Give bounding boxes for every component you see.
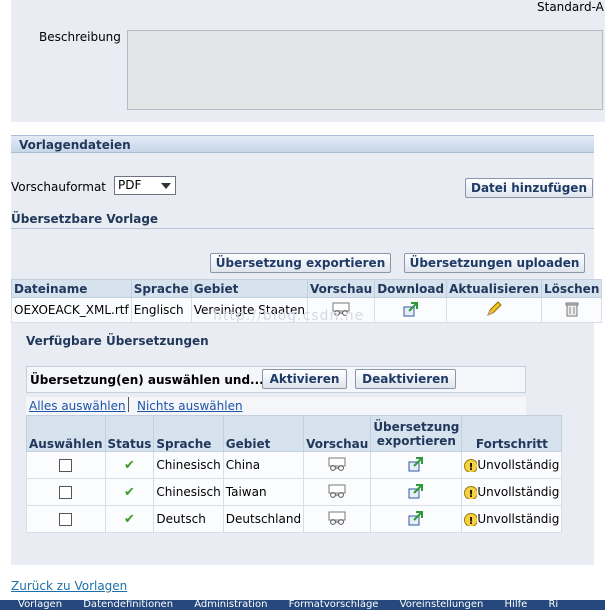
svg-text:!: ! (469, 489, 474, 499)
checkmark-icon: ✔ (124, 511, 135, 527)
progress-text: Unvollständig (477, 458, 560, 472)
preview-icon[interactable] (328, 457, 346, 471)
language: Chinesisch (153, 451, 224, 479)
col-header: Status (104, 415, 155, 452)
col-header: Fortschritt (461, 415, 563, 452)
add-file-button[interactable]: Datei hinzufügen (465, 178, 593, 198)
trash-icon[interactable] (565, 301, 579, 317)
col-header: Sprache (130, 279, 192, 298)
footer-link[interactable]: Administration (194, 600, 267, 610)
row-checkbox[interactable] (59, 486, 73, 499)
preview-format-label: Vorschauformat (11, 180, 107, 194)
pencil-icon[interactable] (486, 300, 502, 317)
footer-nav: Vorlagen Datendefinitionen Administratio… (0, 600, 605, 610)
export-translation-button[interactable]: Übersetzung exportieren (210, 253, 391, 273)
delete-cell (540, 297, 603, 323)
link-separator (128, 397, 129, 412)
warning-icon: ! (464, 459, 478, 472)
download-cell (374, 297, 448, 323)
checkmark-icon: ✔ (124, 457, 135, 473)
language: Englisch (130, 297, 192, 323)
col-header: Auswählen (26, 415, 106, 452)
back-to-templates-link[interactable]: Zurück zu Vorlagen (11, 579, 127, 593)
deactivate-button[interactable]: Deaktivieren (355, 369, 456, 389)
table-row: ✔ Deutsch Deutschland ! Unvollständig (26, 505, 563, 533)
col-header: Download (374, 279, 448, 298)
activate-button[interactable]: Aktivieren (262, 369, 347, 389)
divider (11, 228, 594, 229)
chevron-down-icon (161, 183, 171, 189)
footer-link[interactable]: Vorlagen (18, 600, 62, 610)
footer-link[interactable]: Datendefinitionen (83, 600, 173, 610)
language: Deutsch (153, 505, 224, 533)
translations-table: Auswählen Status Sprache Gebiet Vorschau… (26, 415, 563, 533)
standard-label: Standard-A (537, 0, 604, 14)
preview-format-select[interactable]: PDF (114, 176, 176, 195)
footer-link[interactable]: Hilfe (505, 600, 528, 610)
preview-icon[interactable] (328, 511, 346, 525)
select-none-link[interactable]: Nichts auswählen (137, 399, 243, 413)
footer-link[interactable]: Voreinstellungen (400, 600, 484, 610)
preview-icon[interactable] (328, 484, 346, 498)
file-name: OEXOEACK_XML.rtf (11, 297, 132, 323)
col-header: Dateiname (11, 279, 132, 298)
update-cell (446, 297, 542, 323)
progress-text: Unvollständig (477, 485, 560, 499)
col-header: Vorschau (306, 279, 376, 298)
row-checkbox[interactable] (59, 459, 73, 472)
checkmark-icon: ✔ (124, 484, 135, 500)
svg-text:!: ! (469, 516, 474, 526)
description-label: Beschreibung (39, 30, 121, 44)
language: Chinesisch (153, 478, 224, 506)
col-header: Aktualisieren (446, 279, 542, 298)
export-icon[interactable] (408, 456, 424, 472)
watermark: http://blog.csdn.ne (213, 308, 365, 324)
table-row: ✔ Chinesisch China ! Unvollständig (26, 451, 563, 479)
available-translations-title: Verfügbare Übersetzungen (26, 334, 209, 348)
col-header: Gebiet (190, 279, 308, 298)
warning-icon: ! (464, 513, 478, 526)
export-icon[interactable] (408, 510, 424, 526)
upload-translations-button[interactable]: Übersetzungen uploaden (404, 253, 585, 273)
select-all-link[interactable]: Alles auswählen (29, 399, 126, 413)
col-header: Gebiet (222, 415, 305, 452)
svg-text:!: ! (469, 462, 474, 472)
section-header-vorlagendateien: Vorlagendateien (11, 135, 594, 153)
translatable-template-title: Übersetzbare Vorlage (11, 212, 159, 226)
selection-label: Übersetzung(en) auswählen und... (30, 373, 264, 387)
description-textarea[interactable] (127, 30, 603, 110)
territory: Deutschland (222, 505, 305, 533)
col-header: Löschen (540, 279, 603, 298)
footer-link[interactable]: Ri (548, 600, 558, 610)
progress-text: Unvollständig (477, 512, 560, 526)
row-checkbox[interactable] (59, 513, 73, 526)
territory: China (222, 451, 305, 479)
territory: Taiwan (222, 478, 305, 506)
col-header: Vorschau (303, 415, 372, 452)
preview-format-value: PDF (118, 178, 142, 192)
col-header: Sprache (153, 415, 224, 452)
col-header: Übersetzung exportieren (370, 415, 463, 452)
export-icon[interactable] (408, 483, 424, 499)
download-icon[interactable] (403, 301, 419, 317)
table-row: ✔ Chinesisch Taiwan ! Unvollständig (26, 478, 563, 506)
footer-link[interactable]: Formatvorschläge (289, 600, 379, 610)
warning-icon: ! (464, 486, 478, 499)
